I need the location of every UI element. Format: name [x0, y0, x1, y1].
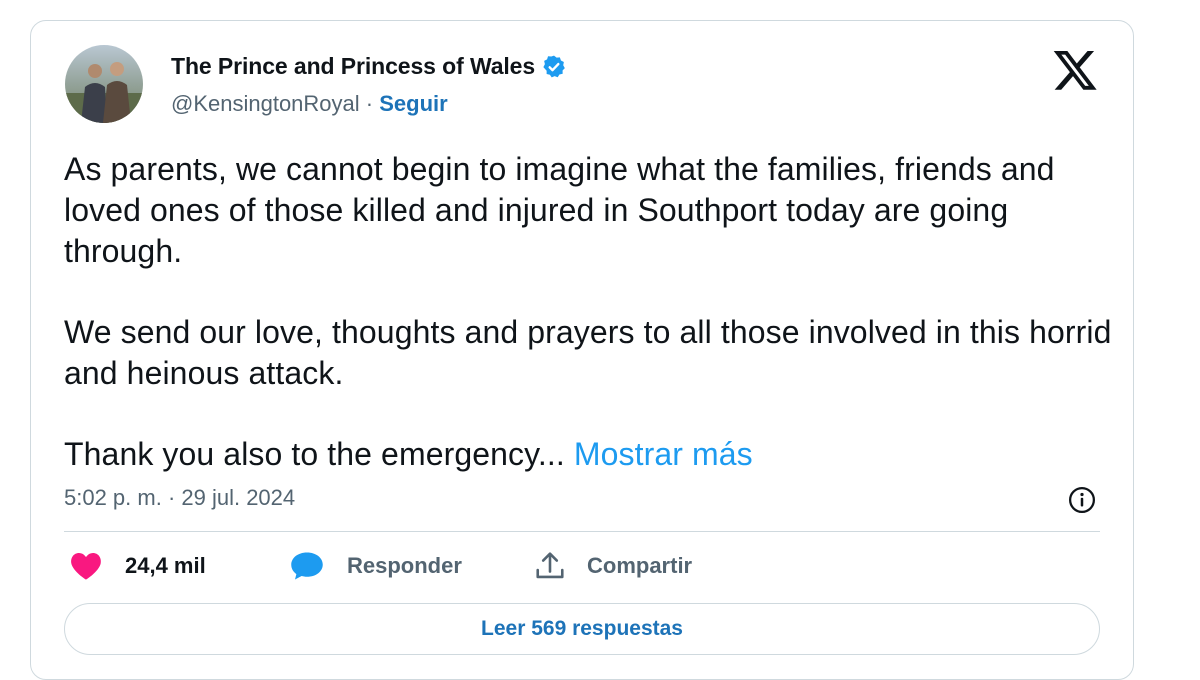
x-logo-icon[interactable]: [1053, 51, 1097, 91]
share-button[interactable]: Compartir: [533, 551, 692, 581]
reply-label: Responder: [347, 553, 462, 578]
reply-button[interactable]: Responder: [289, 551, 533, 581]
action-bar: 24,4 mil Responder Compartir: [69, 551, 692, 581]
tweet-paragraph-1: As parents, we cannot begin to imagine w…: [64, 151, 1055, 269]
read-replies-label: Leer 569 respuestas: [481, 617, 683, 640]
like-count: 24,4 mil: [125, 553, 206, 578]
divider: [64, 531, 1100, 532]
like-button[interactable]: 24,4 mil: [69, 551, 289, 581]
read-replies-button[interactable]: Leer 569 respuestas: [64, 603, 1100, 655]
tweet-paragraph-3: Thank you also to the emergency... Mostr…: [64, 434, 1114, 475]
show-more-link[interactable]: Mostrar más: [574, 436, 753, 472]
tweet-card: The Prince and Princess of Wales @Kensin…: [30, 20, 1134, 680]
follow-button[interactable]: Seguir: [379, 91, 447, 116]
tweet-paragraph-2: We send our love, thoughts and prayers t…: [64, 314, 1112, 391]
verified-badge-icon: [541, 54, 567, 80]
truncated-text: Thank you also to the emergency...: [64, 436, 574, 472]
handle-row: @KensingtonRoyal · Seguir: [171, 91, 448, 117]
author-name-row: The Prince and Princess of Wales: [171, 53, 567, 80]
info-icon[interactable]: [1067, 485, 1097, 515]
heart-icon: [71, 553, 101, 580]
handle[interactable]: @KensingtonRoyal: [171, 91, 360, 116]
timestamp[interactable]: 5:02 p. m. · 29 jul. 2024: [64, 485, 295, 511]
share-label: Compartir: [587, 553, 693, 578]
avatar[interactable]: [65, 45, 143, 123]
display-name[interactable]: The Prince and Princess of Wales: [171, 53, 535, 80]
share-icon: [536, 552, 564, 579]
reply-bubble-icon: [291, 552, 323, 580]
handle-separator: ·: [359, 91, 380, 116]
tweet-text: As parents, we cannot begin to imagine w…: [64, 149, 1114, 475]
